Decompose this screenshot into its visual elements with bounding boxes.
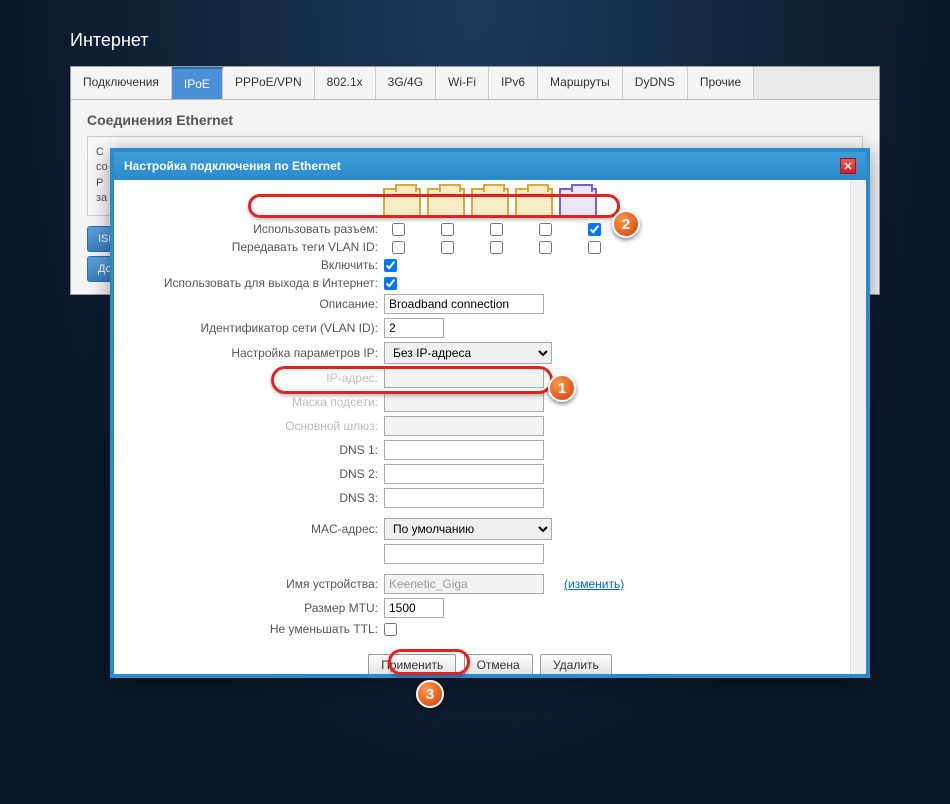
use-port-2[interactable] <box>490 223 503 236</box>
port-3[interactable] <box>515 188 553 218</box>
tab-ipv6[interactable]: IPv6 <box>489 67 538 99</box>
port-2[interactable] <box>471 188 509 218</box>
modal-scrollbar[interactable] <box>850 180 866 674</box>
label-gateway: Основной шлюз: <box>134 419 384 433</box>
dns1-field[interactable] <box>384 440 544 460</box>
port-0[interactable] <box>383 188 421 218</box>
tab-ipoe[interactable]: IPoE <box>172 67 223 99</box>
label-description: Описание: <box>134 297 384 311</box>
tab-8021x[interactable]: 802.1x <box>315 67 376 99</box>
tab-routes[interactable]: Маршруты <box>538 67 623 99</box>
label-device: Имя устройства: <box>134 577 384 591</box>
ethernet-modal: Настройка подключения по Ethernet ✕ Испо… <box>110 148 870 678</box>
close-button[interactable]: ✕ <box>840 158 856 174</box>
label-enable: Включить: <box>134 258 384 272</box>
label-ttl: Не уменьшать TTL: <box>134 622 384 636</box>
modal-body: Использовать разъем: Передавать теги VLA… <box>114 180 866 674</box>
delete-button[interactable]: Удалить <box>540 654 612 674</box>
use-port-3[interactable] <box>539 223 552 236</box>
tab-bar: Подключения IPoE PPPoE/VPN 802.1x 3G/4G … <box>71 67 879 100</box>
tab-wifi[interactable]: Wi-Fi <box>436 67 489 99</box>
vlan-tag-2[interactable] <box>490 241 503 254</box>
label-vlan-id: Идентификатор сети (VLAN ID): <box>134 321 384 335</box>
label-internet: Использовать для выхода в Интернет: <box>134 276 384 290</box>
ip-setup-select[interactable]: Без IP-адреса <box>384 342 552 364</box>
label-dns3: DNS 3: <box>134 491 384 505</box>
internet-checkbox[interactable] <box>384 277 397 290</box>
ttl-checkbox[interactable] <box>384 623 397 636</box>
label-mac: MAC-адрес: <box>134 522 384 536</box>
ports-diagram <box>134 188 846 218</box>
cancel-button[interactable]: Отмена <box>464 654 533 674</box>
tab-pppoe-vpn[interactable]: PPPoE/VPN <box>223 67 315 99</box>
dns2-field[interactable] <box>384 464 544 484</box>
label-dns2: DNS 2: <box>134 467 384 481</box>
port-4[interactable] <box>559 188 597 218</box>
modal-button-row: Применить Отмена Удалить <box>134 654 846 674</box>
port-1[interactable] <box>427 188 465 218</box>
device-field <box>384 574 544 594</box>
enable-checkbox[interactable] <box>384 259 397 272</box>
badge-3: 3 <box>416 680 444 708</box>
label-use-port: Использовать разъем: <box>134 222 384 236</box>
vlan-tag-0[interactable] <box>392 241 405 254</box>
mac-extra-field[interactable] <box>384 544 544 564</box>
vlan-tag-4[interactable] <box>588 241 601 254</box>
tab-other[interactable]: Прочие <box>688 67 754 99</box>
tab-3g4g[interactable]: 3G/4G <box>376 67 436 99</box>
mac-select[interactable]: По умолчанию <box>384 518 552 540</box>
label-dns1: DNS 1: <box>134 443 384 457</box>
label-vlan-tag: Передавать теги VLAN ID: <box>134 240 384 254</box>
use-port-4[interactable] <box>588 223 601 236</box>
vlan-id-field[interactable] <box>384 318 444 338</box>
change-device-link[interactable]: (изменить) <box>564 577 624 591</box>
modal-title-bar: Настройка подключения по Ethernet ✕ <box>114 152 866 180</box>
use-port-1[interactable] <box>441 223 454 236</box>
vlan-tag-1[interactable] <box>441 241 454 254</box>
page-title: Интернет <box>0 0 950 66</box>
description-field[interactable] <box>384 294 544 314</box>
gateway-field <box>384 416 544 436</box>
mtu-field[interactable] <box>384 598 444 618</box>
label-netmask: Маска подсети: <box>134 395 384 409</box>
ip-addr-field <box>384 368 544 388</box>
netmask-field <box>384 392 544 412</box>
dns3-field[interactable] <box>384 488 544 508</box>
label-mtu: Размер MTU: <box>134 601 384 615</box>
tab-dydns[interactable]: DyDNS <box>623 67 688 99</box>
label-ip-addr: IP-адрес: <box>134 371 384 385</box>
tab-connections[interactable]: Подключения <box>71 67 172 99</box>
modal-title-text: Настройка подключения по Ethernet <box>124 159 341 173</box>
vlan-tag-3[interactable] <box>539 241 552 254</box>
use-port-0[interactable] <box>392 223 405 236</box>
ethernet-section-title: Соединения Ethernet <box>87 112 863 128</box>
apply-button[interactable]: Применить <box>368 654 456 674</box>
label-ip-setup: Настройка параметров IP: <box>134 346 384 360</box>
